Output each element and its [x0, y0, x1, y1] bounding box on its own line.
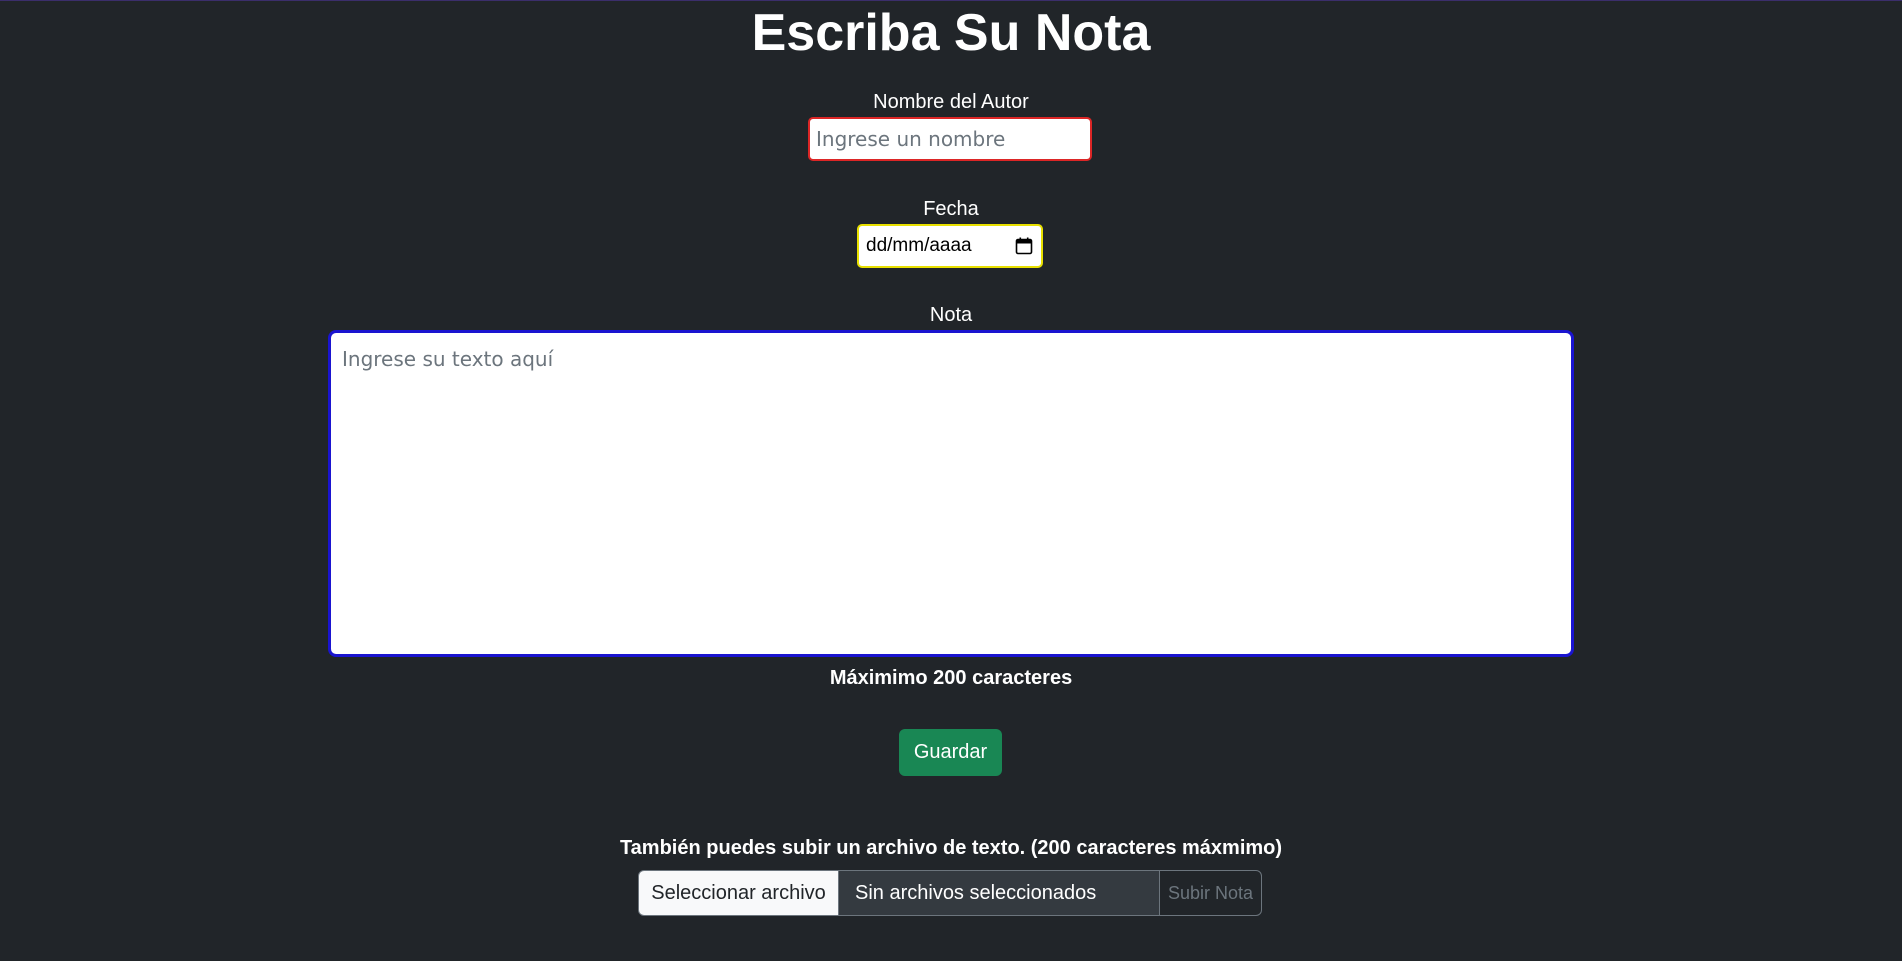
top-border [0, 0, 1902, 1]
file-status-text[interactable]: Sin archivos seleccionados [839, 870, 1159, 916]
calendar-icon[interactable] [1015, 237, 1033, 255]
upload-label: También puedes subir un archivo de texto… [619, 837, 1283, 859]
choose-file-button[interactable]: Seleccionar archivo [638, 870, 839, 916]
save-button[interactable]: Guardar [899, 729, 1002, 776]
note-textarea[interactable] [328, 330, 1574, 657]
note-form-page: Escriba Su Nota Nombre del Autor Fecha d… [0, 0, 1902, 961]
date-label: Fecha [923, 198, 979, 220]
date-placeholder: dd/mm/aaaa [866, 235, 972, 256]
file-upload-group: Seleccionar archivo Sin archivos selecci… [638, 870, 1262, 916]
note-label: Nota [929, 304, 973, 326]
author-name-input[interactable] [808, 117, 1092, 161]
upload-note-button[interactable]: Subir Nota [1159, 870, 1262, 916]
max-characters-hint: Máximimo 200 caracteres [829, 667, 1073, 689]
author-label: Nombre del Autor [873, 91, 1029, 113]
page-title: Escriba Su Nota [751, 4, 1151, 62]
date-input[interactable]: dd/mm/aaaa [857, 224, 1043, 268]
